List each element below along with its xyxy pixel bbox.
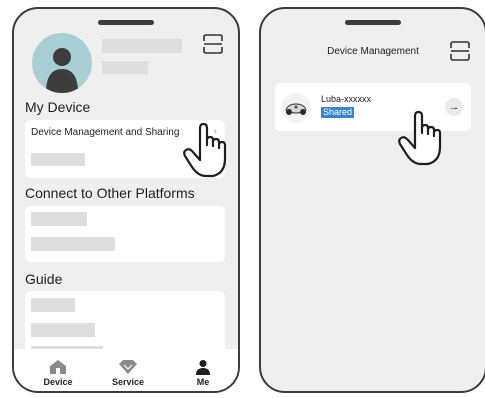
- tab-me[interactable]: Me: [175, 359, 231, 387]
- device-thumbnail: [281, 93, 311, 123]
- account-id-placeholder: [102, 61, 148, 74]
- bottom-tab-bar: Device Service Me: [14, 349, 238, 391]
- device-management-label: Device Management and Sharing: [31, 127, 180, 138]
- phone-right-screen: Device Management Luba-xxxxxx Shared →: [259, 7, 485, 393]
- device-name: Luba-xxxxxx: [321, 94, 372, 104]
- person-icon: [196, 360, 210, 375]
- guide-placeholder-2[interactable]: [31, 323, 95, 337]
- connect-card: [25, 206, 225, 262]
- username-placeholder: [102, 39, 182, 53]
- robot-mower-icon: [285, 103, 307, 115]
- device-placeholder: [31, 153, 85, 166]
- pointing-hand-icon: [183, 122, 227, 178]
- phone-notch: [98, 20, 154, 25]
- phone-left-screen: My Device Device Management and Sharing …: [12, 7, 240, 393]
- person-icon: [46, 48, 78, 93]
- tab-device[interactable]: Device: [30, 359, 86, 387]
- shared-badge: Shared: [321, 107, 355, 118]
- avatar[interactable]: [32, 33, 92, 93]
- tab-me-label: Me: [196, 377, 210, 387]
- platform-placeholder-2[interactable]: [31, 237, 115, 251]
- scan-icon[interactable]: [449, 40, 471, 62]
- guide-card: [25, 291, 225, 357]
- section-title-my-device: My Device: [25, 99, 91, 115]
- section-title-guide: Guide: [25, 271, 63, 287]
- tab-device-label: Device: [43, 377, 73, 387]
- tab-service-label: Service: [111, 377, 145, 387]
- arrow-right-icon[interactable]: →: [445, 98, 463, 116]
- scan-icon[interactable]: [202, 33, 224, 55]
- home-icon: [50, 360, 66, 374]
- section-title-connect: Connect to Other Platforms: [25, 185, 195, 201]
- pointing-hand-icon: [398, 110, 442, 166]
- platform-placeholder-1[interactable]: [31, 212, 87, 226]
- tab-service[interactable]: Service: [100, 359, 156, 387]
- diamond-icon: [119, 360, 137, 374]
- guide-placeholder-1[interactable]: [31, 298, 75, 312]
- phone-notch: [345, 20, 401, 25]
